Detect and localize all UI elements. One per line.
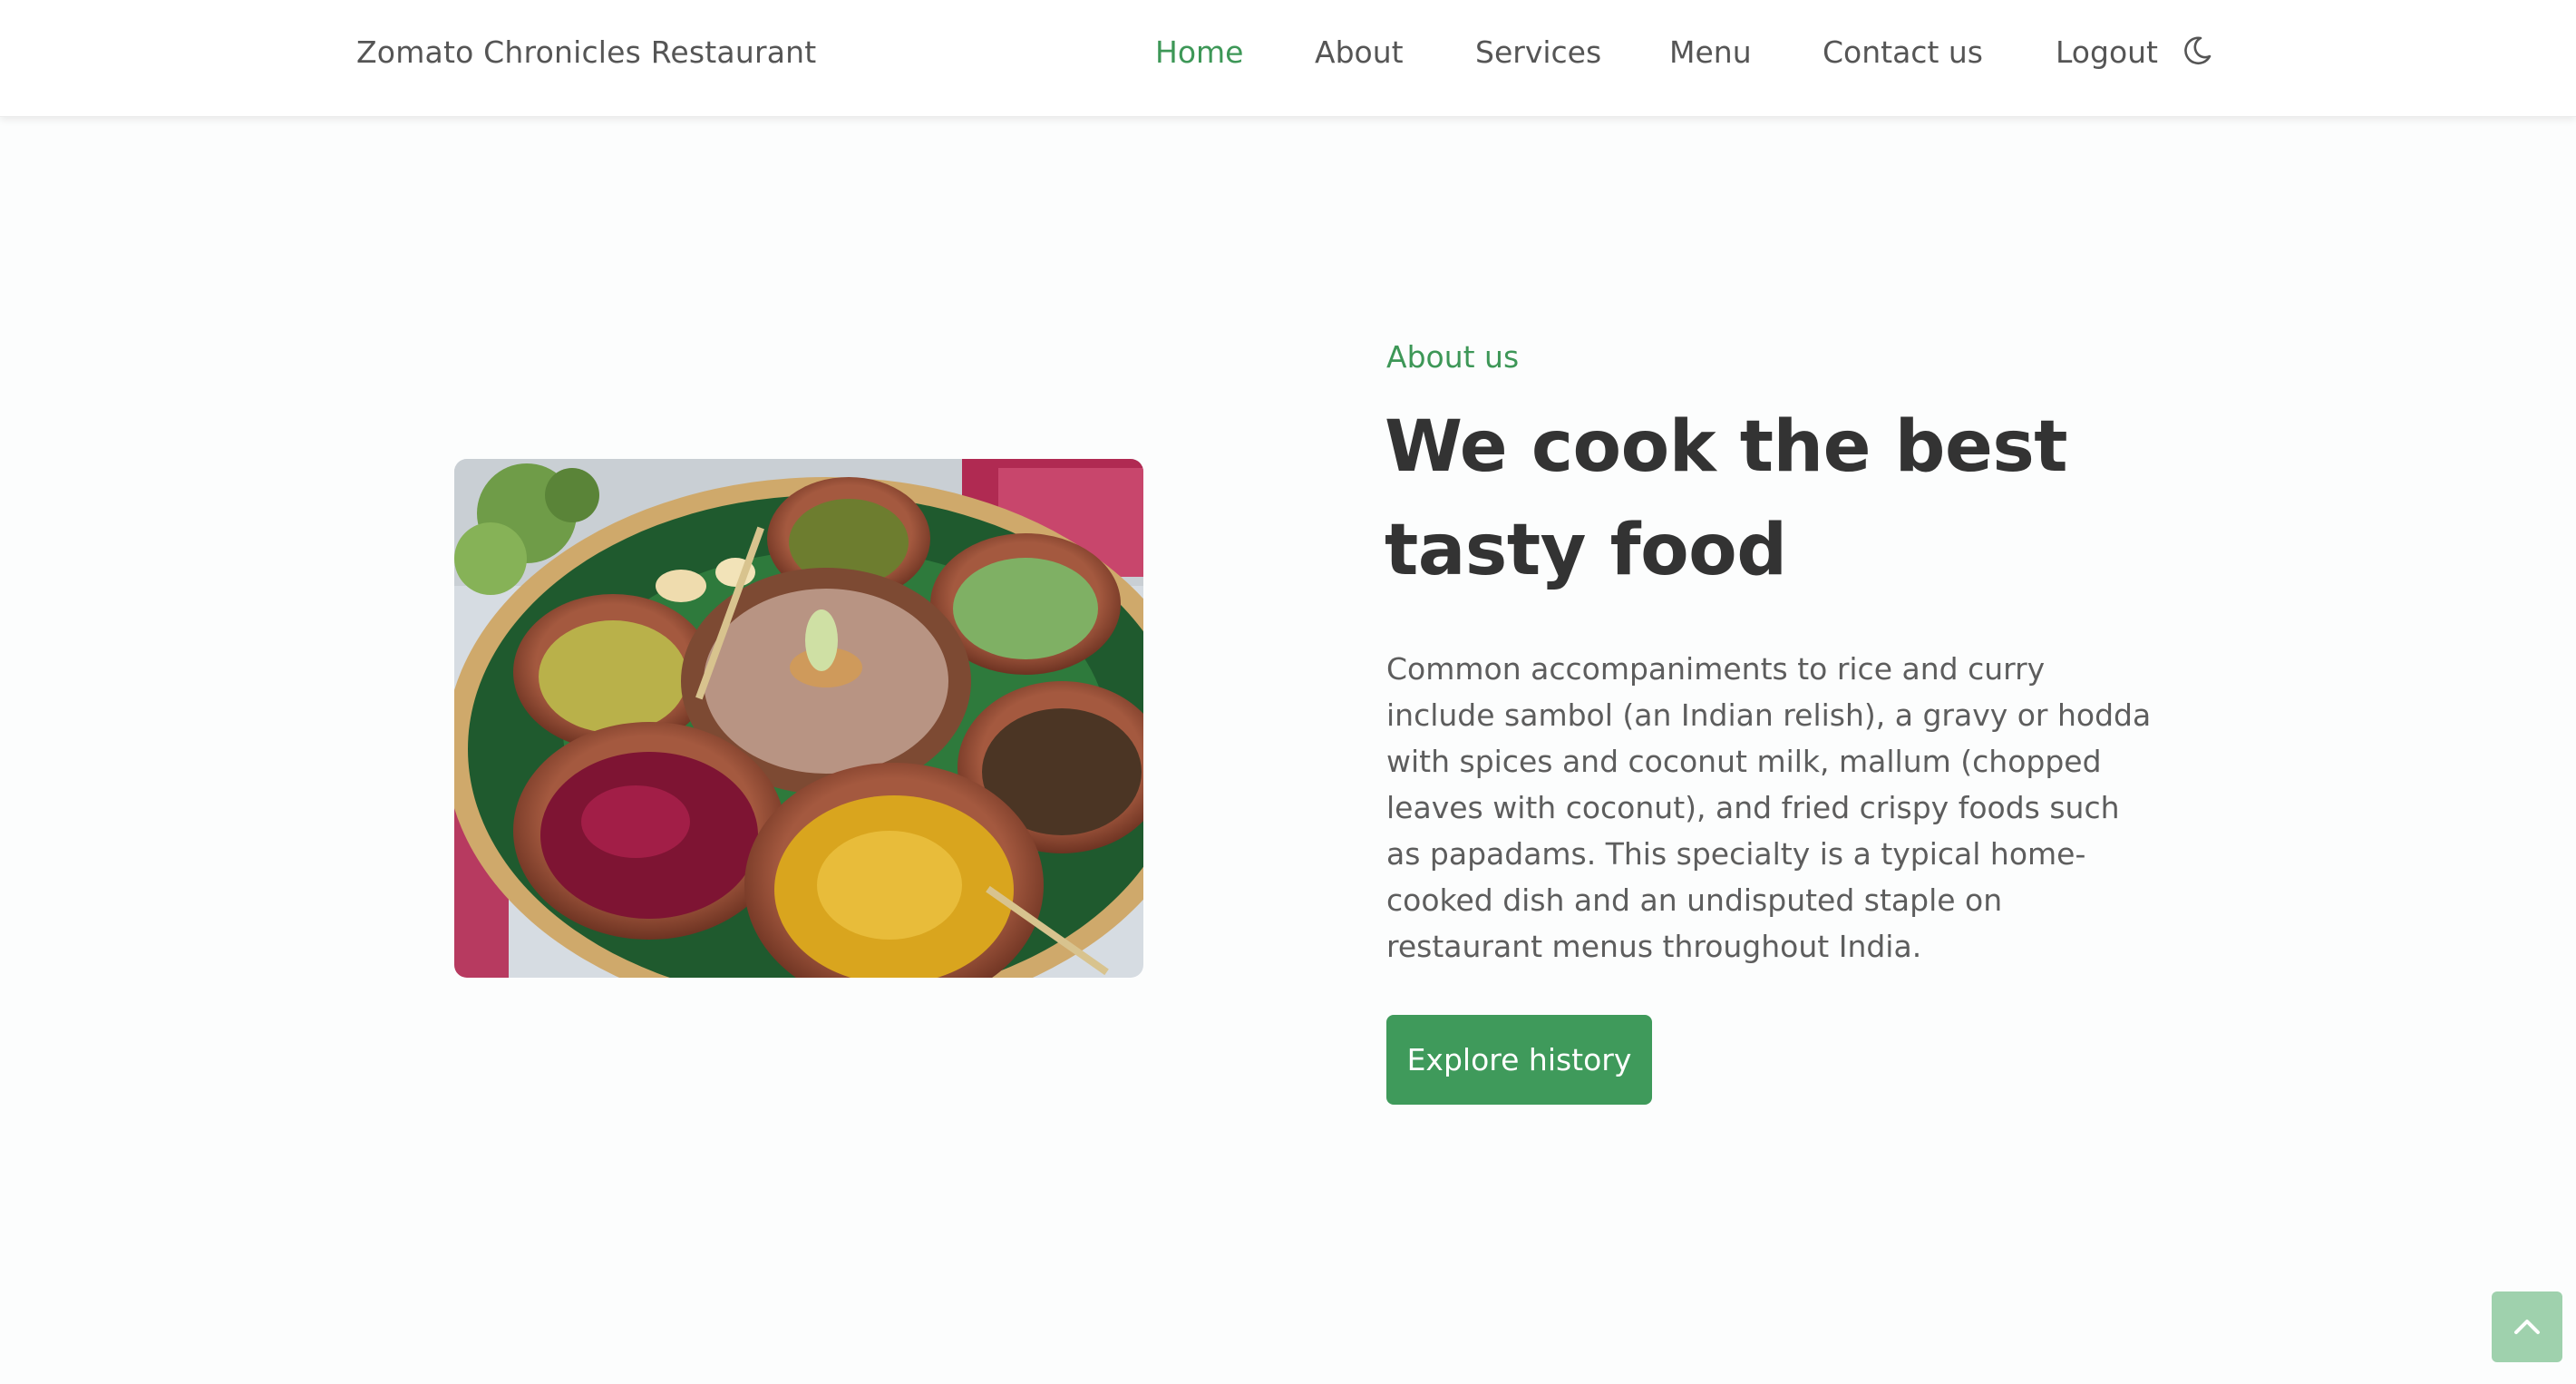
back-to-top-button[interactable] [2492, 1291, 2562, 1362]
nav-home[interactable]: Home [1155, 34, 1243, 71]
moon-icon[interactable] [2183, 34, 2212, 67]
section-eyebrow: About us [1386, 339, 1520, 375]
section-body: Common accompaniments to rice and curry … [1386, 651, 2152, 964]
nav-menu[interactable]: Menu [1669, 34, 1752, 71]
headline-line-1: We cook the best [1385, 406, 2068, 488]
nav-services[interactable]: Services [1475, 34, 1601, 71]
brand-name[interactable]: Zomato Chronicles Restaurant [356, 34, 816, 71]
nav-about[interactable]: About [1315, 34, 1404, 71]
top-navbar: Zomato Chronicles Restaurant Home About … [0, 0, 2576, 117]
food-platter-image [454, 459, 1143, 978]
nav-contact-us[interactable]: Contact us [1823, 34, 1983, 71]
chevron-up-icon [2514, 1320, 2540, 1334]
nav-logout[interactable]: Logout [2056, 34, 2158, 71]
explore-history-button[interactable]: Explore history [1386, 1015, 1652, 1105]
section-headline: We cook the best tasty food [1385, 395, 2201, 602]
headline-line-2: tasty food [1385, 510, 1787, 591]
